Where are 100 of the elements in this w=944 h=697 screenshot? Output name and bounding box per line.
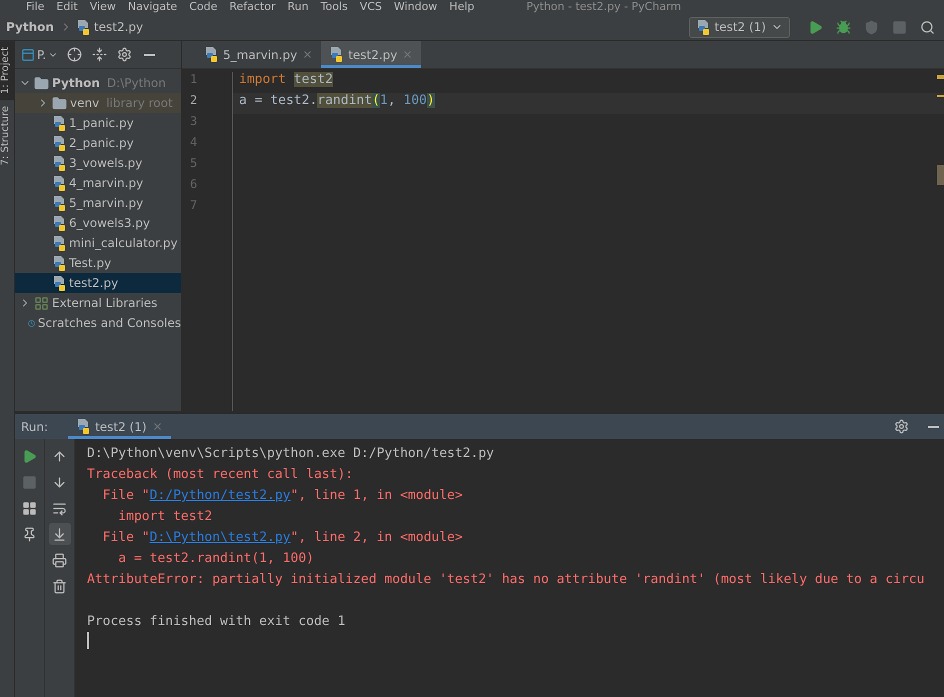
- tool-window-tab[interactable]: 1: Project: [0, 41, 14, 100]
- editor-tab[interactable]: test2.py: [321, 41, 422, 68]
- stop-icon: [22, 474, 37, 490]
- python-file-icon: [52, 176, 66, 190]
- console-output-line: Process finished with exit code 1: [87, 613, 346, 631]
- tree-item[interactable]: 2_panic.py: [15, 133, 181, 153]
- pin-icon: [22, 526, 37, 542]
- menu-item[interactable]: Refactor: [229, 0, 276, 14]
- window-title: Python - test2.py - PyCharm: [526, 0, 682, 14]
- folder-icon: [34, 76, 49, 90]
- error-output-line: Traceback (most recent call last):: [87, 466, 354, 484]
- tree-item-label: mini_calculator.py: [69, 236, 178, 250]
- folder-icon: [52, 96, 67, 110]
- trash-icon: [52, 578, 67, 594]
- menu-item[interactable]: Code: [189, 0, 218, 14]
- editor-tab[interactable]: 5_marvin.py: [196, 41, 322, 68]
- libraries-icon: [34, 296, 49, 310]
- python-file-icon: [52, 116, 66, 130]
- python-file-icon: [52, 196, 66, 210]
- file-link[interactable]: D:\Python\test2.py: [150, 530, 291, 545]
- minus-icon: [144, 54, 155, 56]
- menu-item[interactable]: Window: [394, 0, 438, 14]
- line-number: 1: [189, 72, 198, 88]
- shield-icon: [864, 20, 878, 34]
- tree-item[interactable]: Python D:\Python: [15, 73, 181, 93]
- python-file-icon: [329, 47, 344, 62]
- window-icon: [21, 48, 35, 62]
- collapse-icon: [92, 47, 107, 62]
- tool-window-tab[interactable]: 7: Structure: [0, 100, 14, 172]
- menu-item[interactable]: Help: [449, 0, 474, 14]
- breadcrumb-item[interactable]: test2.py: [94, 20, 144, 34]
- line-number: 2: [189, 93, 198, 109]
- run-configuration-dropdown[interactable]: test2 (1): [688, 16, 790, 38]
- error-output-line: import test2: [117, 508, 214, 526]
- file-link[interactable]: D:/Python/test2.py: [150, 488, 291, 503]
- tree-item-label: 1_panic.py: [69, 116, 134, 130]
- tree-item[interactable]: 1_panic.py: [15, 113, 181, 133]
- menu-item[interactable]: View: [90, 0, 116, 14]
- settings-icon: [894, 419, 908, 434]
- layout-icon: [22, 500, 37, 516]
- tree-item-detail: library root: [106, 96, 173, 110]
- python-file-icon: [52, 256, 66, 270]
- scroll-to-end-button[interactable]: [48, 523, 70, 545]
- soft-wrap-icon: [52, 500, 67, 516]
- tree-item-label: venv: [70, 96, 100, 110]
- run-panel-title: Run:: [21, 420, 48, 434]
- tree-item-label: Scratches and Consoles: [38, 316, 181, 330]
- tree-item[interactable]: Scratches and Consoles: [15, 313, 181, 333]
- error-output-line: File "D:\Python\test2.py", line 2, in <module>: [102, 529, 464, 547]
- run-tab[interactable]: test2 (1): [68, 414, 171, 439]
- tree-item-label: 5_marvin.py: [69, 196, 144, 210]
- python-file-icon: [52, 276, 66, 290]
- tree-item-label: External Libraries: [52, 296, 158, 310]
- python-file-icon: [76, 20, 90, 34]
- tree-item[interactable]: venv library root: [15, 93, 181, 113]
- tree-item[interactable]: 3_vowels.py: [15, 153, 181, 173]
- tree-item-label: 6_vowels3.py: [69, 216, 150, 230]
- python-file-icon: [52, 216, 66, 230]
- printer-icon: [52, 552, 67, 568]
- search-icon: [920, 20, 934, 34]
- down-arrow-icon: [52, 474, 67, 490]
- tree-item-label: 2_panic.py: [69, 136, 134, 150]
- python-file-icon: [52, 136, 66, 150]
- error-output-line: File "D:/Python/test2.py", line 1, in <module>: [102, 487, 464, 505]
- line-number: 7: [189, 198, 198, 214]
- tree-item[interactable]: 4_marvin.py: [15, 173, 181, 193]
- tree-item[interactable]: External Libraries: [15, 293, 181, 313]
- tree-item[interactable]: 6_vowels3.py: [15, 213, 181, 233]
- run-icon: [808, 20, 822, 34]
- line-number: 4: [189, 135, 198, 151]
- minus-icon: [928, 426, 938, 428]
- tree-item-label: test2.py: [69, 276, 118, 290]
- tree-item-label: Python: [52, 76, 100, 90]
- menu-item[interactable]: File: [26, 0, 44, 14]
- python-file-icon: [52, 156, 66, 170]
- menu-item[interactable]: Navigate: [128, 0, 178, 14]
- line-number: 5: [189, 156, 198, 172]
- breadcrumb-item[interactable]: Python: [6, 20, 54, 34]
- menu-item[interactable]: Edit: [56, 0, 78, 14]
- view-selector[interactable]: P.: [19, 48, 60, 62]
- python-file-icon: [696, 20, 710, 34]
- code-line: import test2: [238, 72, 334, 89]
- tree-item[interactable]: mini_calculator.py: [15, 233, 181, 253]
- scroll-to-end-icon: [52, 526, 67, 542]
- run-icon: [22, 448, 37, 464]
- tree-item[interactable]: test2.py: [15, 273, 181, 293]
- menu-item[interactable]: Run: [288, 0, 309, 14]
- scrollbar-thumb[interactable]: [937, 165, 944, 185]
- python-file-icon: [52, 236, 66, 250]
- tree-item[interactable]: 5_marvin.py: [15, 193, 181, 213]
- tree-item-label: 4_marvin.py: [69, 176, 144, 190]
- text-cursor: [87, 632, 89, 649]
- menu-item[interactable]: VCS: [360, 0, 382, 14]
- tree-item-detail: D:\Python: [106, 76, 166, 90]
- crosshair-icon: [66, 47, 82, 62]
- line-number: 3: [189, 114, 198, 130]
- console-output-line: D:\Python\venv\Scripts\python.exe D:/Python/test2.py: [87, 445, 495, 463]
- menu-item[interactable]: Tools: [320, 0, 348, 14]
- error-output-line: AttributeError: partially initialized module 'test2' has no attribute 'randint' (most likely due to a circu: [87, 571, 926, 589]
- tree-item[interactable]: Test.py: [15, 253, 181, 273]
